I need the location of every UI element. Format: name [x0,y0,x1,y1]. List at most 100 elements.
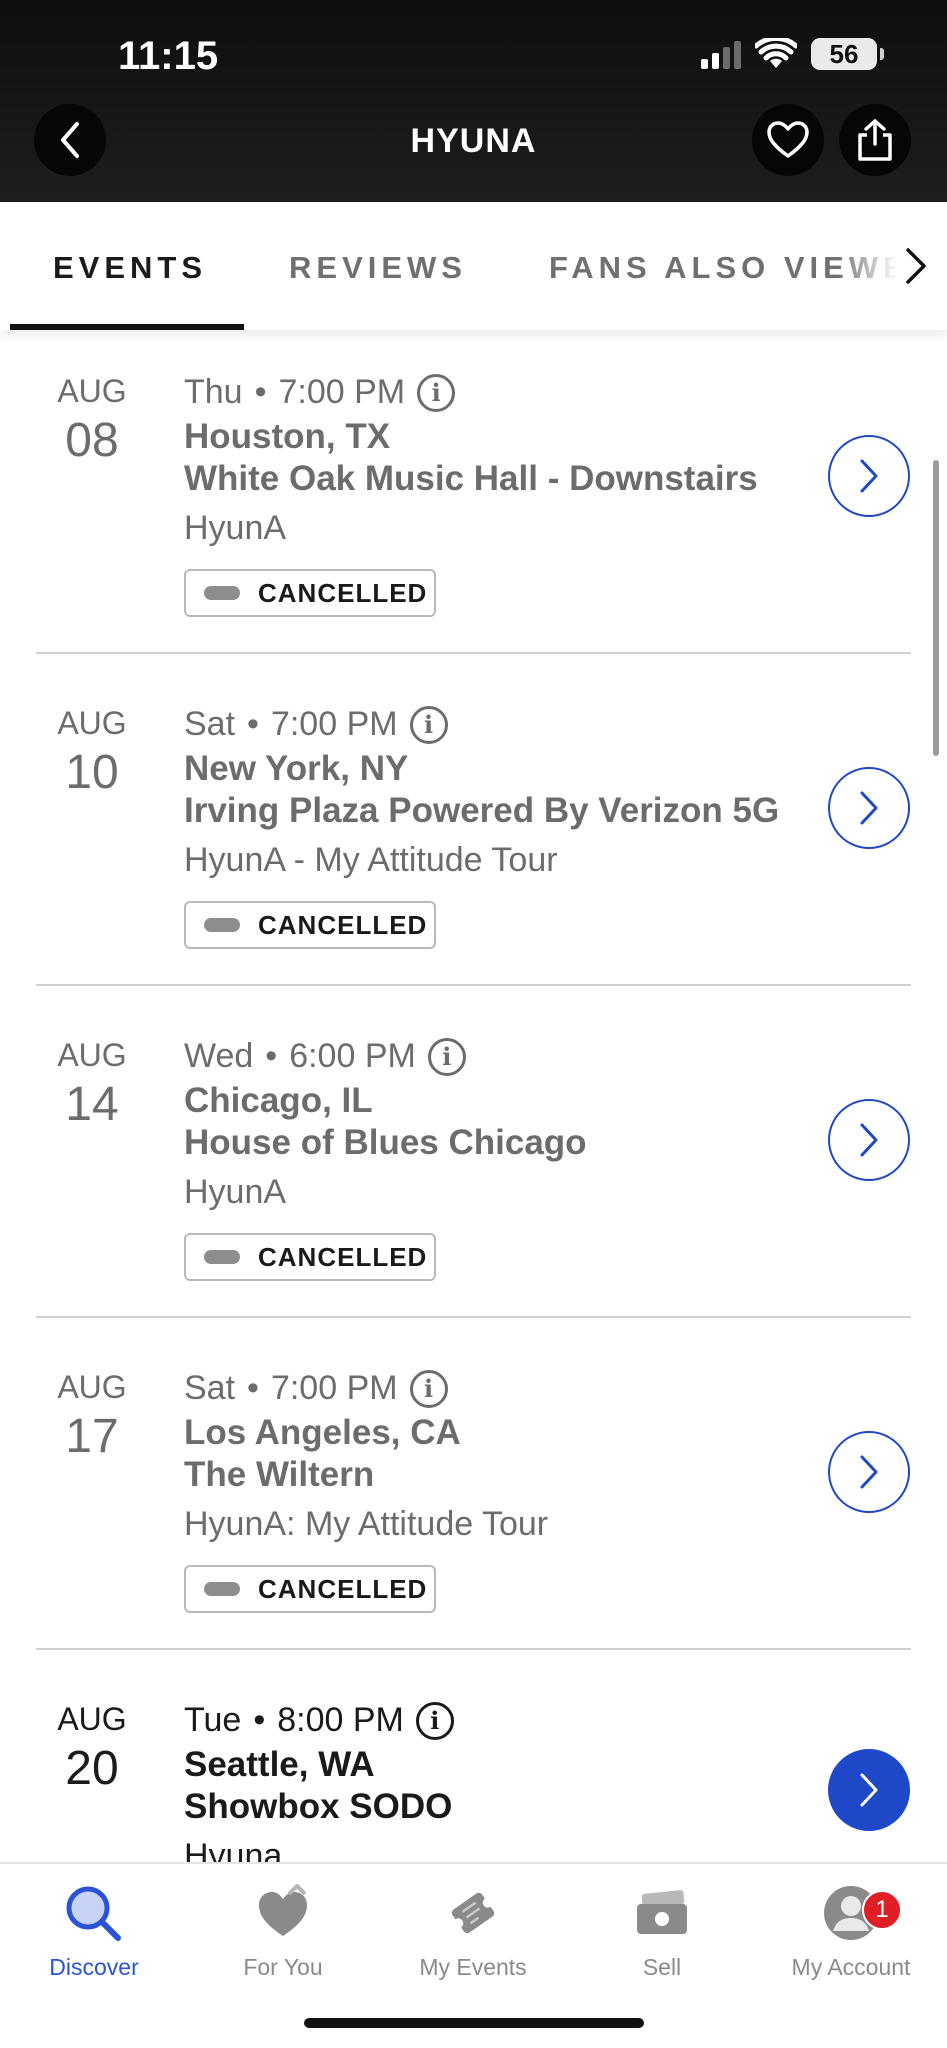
heart-icon [259,1884,307,1936]
status-badge: CANCELLED [184,1565,436,1613]
event-venue: Irving Plaza Powered By Verizon 5G [184,791,780,830]
event-datetime: Sat • 7:00 PM i [184,1369,448,1408]
event-row[interactable]: AUG 10 Sat • 7:00 PM i New York, NY Irving… [0,705,947,1037]
event-details-button[interactable] [828,767,910,849]
nav-sell[interactable]: Sell [577,1880,747,1981]
scrollbar[interactable] [933,460,939,756]
nav-label: Discover [49,1954,139,1980]
info-icon[interactable]: i [409,1369,448,1408]
cash-icon [637,1890,687,1934]
battery-icon: 56 [811,38,884,70]
info-icon[interactable]: i [415,1701,454,1740]
tab-reviews[interactable]: REVIEWS [289,250,467,286]
status-icons: 56 [701,38,884,70]
status-text: CANCELLED [258,1573,428,1604]
share-icon [858,119,892,161]
status-dot [204,918,240,932]
event-details-button[interactable] [828,1431,910,1513]
event-name: Hyuna [184,1837,283,1862]
status-badge: CANCELLED [184,1233,436,1281]
nav-my-account[interactable]: 1 My Account [766,1880,936,1981]
tab-bar: EVENTS REVIEWS FANS ALSO VIEWED [0,202,947,330]
event-venue: The Wiltern [184,1455,375,1494]
event-month: AUG [57,373,127,409]
favorite-button[interactable] [752,104,824,176]
event-time: 6:00 PM [289,1037,416,1075]
event-time: 8:00 PM [277,1701,404,1739]
event-row[interactable]: AUG 14 Wed • 6:00 PM i Chicago, IL House o… [0,1037,947,1369]
event-month: AUG [57,1701,127,1737]
tab-fade [837,202,947,324]
nav-label: My Account [791,1954,911,1980]
event-datetime: Tue • 8:00 PM i [184,1701,454,1740]
event-time: 7:00 PM [270,705,398,743]
chevron-right-icon [860,791,878,825]
chevron-right-icon [860,1455,878,1489]
chevron-right-icon[interactable] [903,244,929,288]
event-name: HyunA [184,1173,287,1211]
event-month: AUG [57,1037,127,1073]
status-badge: CANCELLED [184,901,436,949]
divider [36,1316,911,1318]
event-details-button[interactable] [828,1749,910,1831]
ticket-icon [451,1892,495,1934]
event-day: 14 [65,1078,119,1131]
event-name: HyunA: My Attitude Tour [184,1505,549,1543]
event-weekday: Tue [184,1701,242,1739]
event-datetime: Wed • 6:00 PM i [184,1037,466,1076]
nav-my-events[interactable]: My Events [388,1880,558,1981]
search-icon [66,1886,121,1941]
status-badge: CANCELLED [184,569,436,617]
status-dot [204,586,240,600]
event-weekday: Sat [184,1369,236,1407]
divider [36,1648,911,1650]
nav-discover[interactable]: Discover [9,1880,179,1981]
event-weekday: Thu [184,373,243,411]
divider [36,984,911,986]
event-datetime: Sat • 7:00 PM i [184,705,448,744]
event-day: 08 [65,414,119,467]
share-button[interactable] [839,104,911,176]
chevron-right-icon [860,1123,878,1157]
status-text: CANCELLED [258,909,428,940]
event-city: Los Angeles, CA [184,1413,461,1452]
notification-badge: 1 [862,1890,902,1930]
chevron-right-icon [860,459,878,493]
app-header: 11:15 56 HYUNA [0,0,947,202]
nav-for-you[interactable]: For You [198,1880,368,1981]
event-details-button[interactable] [828,1099,910,1181]
divider [36,652,911,654]
status-text: CANCELLED [258,1241,428,1272]
event-details-button[interactable] [828,435,910,517]
chevron-right-icon [860,1773,878,1807]
info-icon[interactable]: i [417,373,456,412]
info-icon[interactable]: i [427,1037,466,1076]
info-icon[interactable]: i [409,705,448,744]
event-month: AUG [57,705,127,741]
nav-label: For You [243,1954,323,1980]
event-row[interactable]: AUG 08 Thu • 7:00 PM i Houston, TX White O… [0,373,947,705]
event-venue: Showbox SODO [184,1787,453,1826]
event-city: Seattle, WA [184,1745,375,1784]
event-day: 17 [65,1410,119,1463]
event-city: Houston, TX [184,417,391,456]
event-day: 10 [65,746,119,799]
event-weekday: Sat [184,705,236,743]
event-row[interactable]: AUG 17 Sat • 7:00 PM i Los Angeles, CA The… [0,1369,947,1701]
signal-icon [701,39,741,69]
event-time: 7:00 PM [278,373,406,411]
event-month: AUG [57,1369,127,1405]
status-dot [204,1250,240,1264]
tab-events[interactable]: EVENTS [53,250,207,286]
nav-label: Sell [642,1954,682,1980]
heart-icon [767,121,809,158]
event-venue: White Oak Music Hall - Downstairs [184,459,758,498]
active-tab-indicator [10,324,244,330]
status-dot [204,1582,240,1596]
event-row[interactable]: AUG 20 Tue • 8:00 PM i Seattle, WA Showbox… [0,1701,947,1862]
event-weekday: Wed [184,1037,254,1075]
event-name: HyunA - My Attitude Tour [184,841,558,879]
event-time: 7:00 PM [270,1369,398,1407]
home-indicator [304,2018,644,2028]
status-text: CANCELLED [258,577,428,608]
